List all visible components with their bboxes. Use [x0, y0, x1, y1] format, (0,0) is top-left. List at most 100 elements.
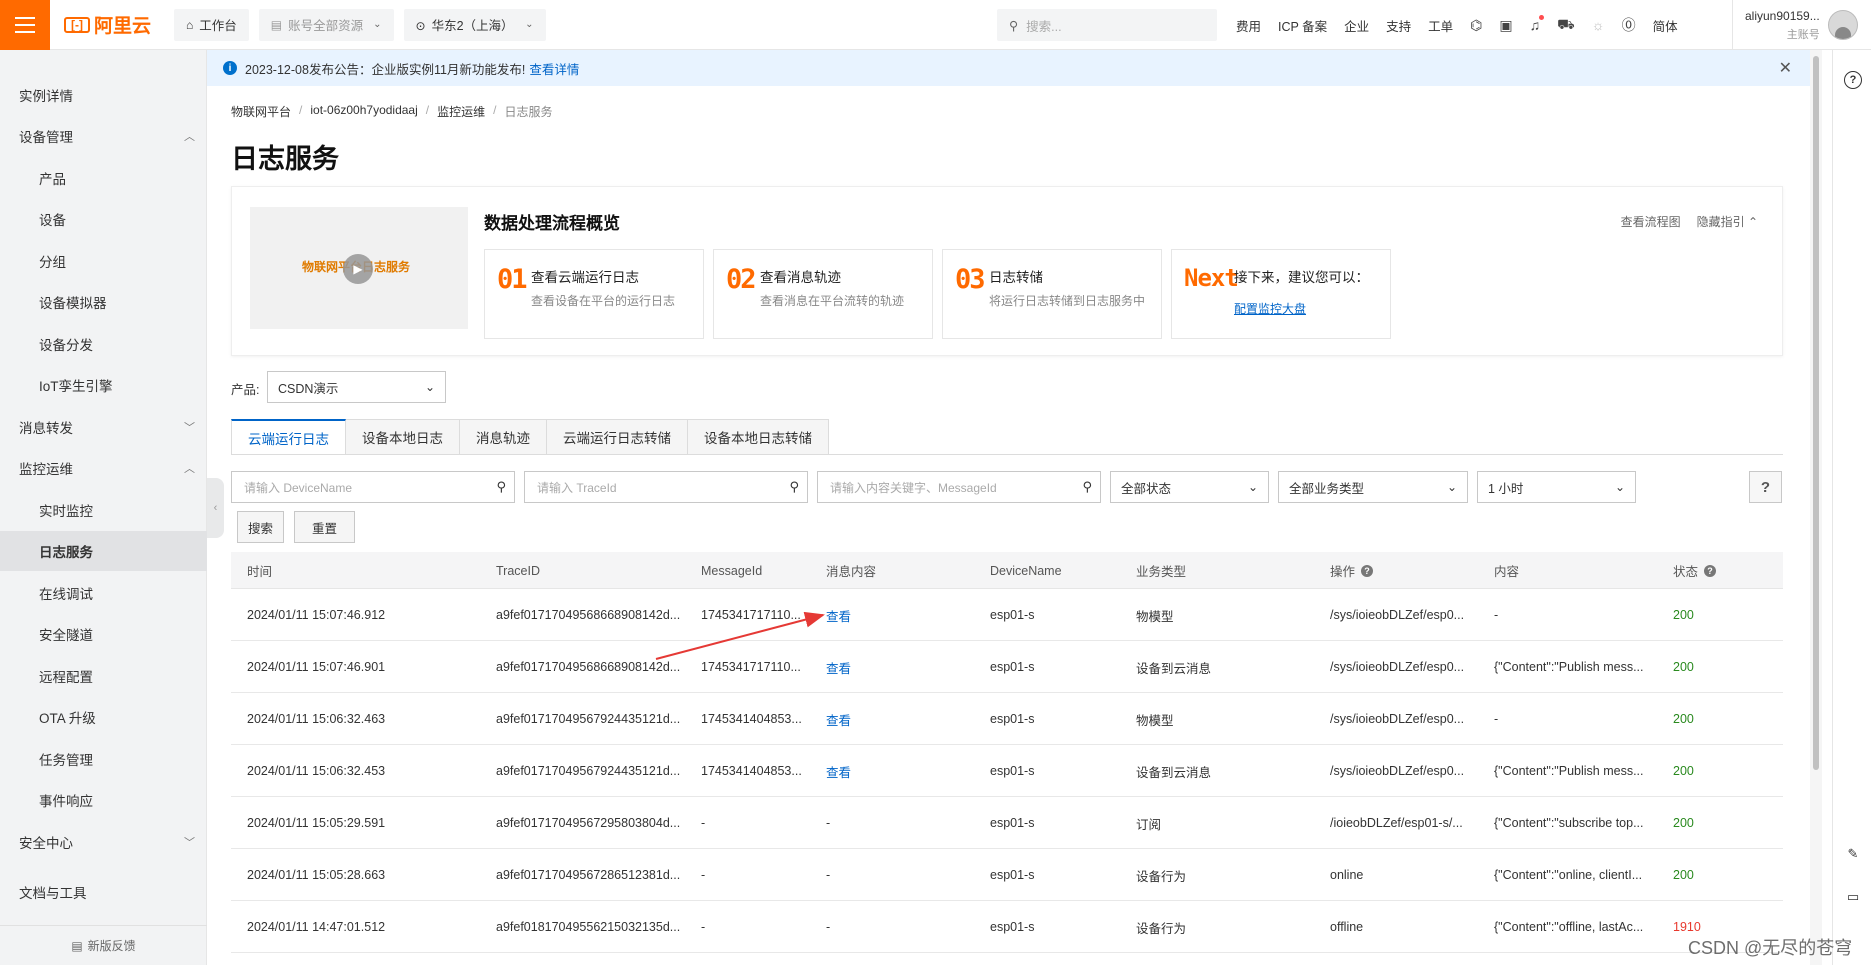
sidebar-item[interactable]: 分组 [0, 241, 207, 281]
right-rail: ? ✎ ▭ [1832, 50, 1871, 965]
time-range-select[interactable]: 1 小时 ⌄ [1477, 471, 1636, 503]
global-search-input[interactable]: ⚲ 搜索... [997, 9, 1217, 41]
scrollbar-thumb[interactable] [1813, 56, 1819, 770]
tab-message-trace[interactable]: 消息轨迹 [460, 419, 547, 455]
hide-guide-link[interactable]: 隐藏指引 ⌃ [1697, 213, 1758, 230]
announcement-link[interactable]: 查看详情 [529, 59, 579, 78]
cart-icon[interactable]: ⛟ [1557, 16, 1575, 35]
bulb-icon[interactable]: ☼ [1592, 17, 1605, 33]
tab-cloud-log[interactable]: 云端运行日志 [231, 419, 346, 455]
enterprise-link[interactable]: 企业 [1344, 16, 1369, 35]
sidebar-item[interactable]: 设备分发 [0, 324, 207, 364]
col-message-content: 消息内容 [826, 565, 877, 579]
chevron-up-icon[interactable]: ︿ [184, 128, 195, 144]
close-icon[interactable]: ✕ [1779, 58, 1792, 78]
sidebar-item[interactable]: IoT孪生引擎 [0, 365, 207, 405]
guide-step-3[interactable]: 03 日志转储 将运行日志转储到日志服务中 [942, 249, 1162, 339]
sidebar-item[interactable]: 日志服务 [0, 531, 207, 571]
sidebar-item[interactable]: 消息转发 ﹀ [0, 407, 207, 447]
sidebar-item[interactable]: 事件响应 [0, 780, 207, 820]
reset-button[interactable]: 重置 [294, 511, 355, 543]
sidebar-item[interactable]: 产品 [0, 158, 207, 198]
icp-link[interactable]: ICP 备案 [1278, 16, 1327, 35]
view-content-link[interactable]: 查看 [826, 641, 966, 693]
support-link[interactable]: 支持 [1386, 16, 1411, 35]
feedback-button[interactable]: ▤ 新版反馈 [0, 925, 207, 965]
sidebar-item[interactable]: OTA 升级 [0, 697, 207, 737]
language-switch[interactable]: 简体 [1653, 16, 1678, 35]
sidebar-collapse-handle[interactable]: ‹ [207, 478, 224, 538]
cell-time: 2024/01/11 15:07:46.901 [247, 660, 386, 674]
menu-icon[interactable] [0, 0, 50, 50]
cell-msgid: - [701, 920, 706, 934]
product-select[interactable]: CSDN演示 ⌄ [267, 371, 446, 403]
step-number: 01 [497, 264, 527, 295]
search-icon[interactable]: ⚲ [789, 479, 799, 495]
breadcrumb-item[interactable]: 监控运维 [437, 103, 485, 120]
chevron-down-icon[interactable]: ﹀ [184, 419, 195, 435]
aliyun-logo[interactable]: [-] 阿里云 [64, 11, 164, 38]
play-icon[interactable]: ▶ [343, 254, 373, 284]
chevron-up-icon[interactable]: ︿ [184, 460, 195, 476]
account-menu[interactable]: aliyun90159... 主账号 [1732, 0, 1858, 50]
guide-step-1[interactable]: 01 查看云端运行日志 查看设备在平台的运行日志 [484, 249, 704, 339]
sidebar-item[interactable]: 监控运维 ︿ [0, 448, 207, 488]
breadcrumb-item[interactable]: iot-06z00h7yodidaaj [310, 103, 417, 120]
status-select[interactable]: 全部状态 ⌄ [1110, 471, 1269, 503]
tab-device-log-dump[interactable]: 设备本地日志转储 [688, 419, 829, 455]
chevron-down-icon[interactable]: ﹀ [184, 834, 195, 850]
resource-selector[interactable]: ▤ 账号全部资源 ⌄ [258, 8, 394, 41]
sidebar-item[interactable]: 设备 [0, 199, 207, 239]
help-icon[interactable]: ? [1704, 564, 1717, 577]
table-row: 2024/01/11 15:07:46.912 a9fef017170495686… [231, 589, 1783, 641]
avatar[interactable] [1827, 10, 1858, 40]
edit-icon[interactable]: ✎ [1844, 845, 1862, 863]
config-dashboard-link[interactable]: 配置监控大盘 [1234, 300, 1306, 317]
view-flow-link[interactable]: 查看流程图 [1621, 213, 1681, 230]
trace-id-input[interactable]: 请输入 TraceId ⚲ [524, 471, 808, 503]
grid-icon: ▤ [270, 17, 283, 32]
help-icon[interactable]: ? [1361, 564, 1374, 577]
chat-icon[interactable]: ▭ [1844, 888, 1862, 906]
terminal-icon[interactable]: ▣ [1499, 17, 1512, 34]
sidebar-item[interactable]: 实例详情 [0, 75, 207, 115]
scrollbar[interactable] [1810, 50, 1822, 965]
sidebar-item[interactable]: 安全中心 ﹀ [0, 822, 207, 862]
sidebar-item[interactable]: 在线调试 [0, 573, 207, 613]
cloudshell-icon[interactable]: ⌬ [1470, 17, 1482, 34]
help-icon[interactable]: ⓪ [1622, 15, 1636, 35]
help-icon[interactable]: ? [1844, 71, 1862, 89]
search-icon[interactable]: ⚲ [1082, 479, 1092, 495]
view-content-link[interactable]: 查看 [826, 589, 966, 641]
breadcrumb-item[interactable]: 物联网平台 [231, 103, 291, 120]
sidebar-item[interactable]: 实时监控 [0, 490, 207, 530]
sidebar-item[interactable]: 安全隧道 [0, 614, 207, 654]
guide-video[interactable]: 物联网平台日志服务 ▶ [250, 207, 468, 329]
sidebar-item[interactable]: 文档与工具 [0, 872, 207, 912]
cell-body: {"Content":"Publish mess... [1494, 660, 1644, 674]
search-button[interactable]: 搜索 [237, 511, 284, 543]
business-type-select[interactable]: 全部业务类型 ⌄ [1278, 471, 1468, 503]
sidebar-item[interactable]: 任务管理 [0, 739, 207, 779]
sidebar-item[interactable]: 远程配置 [0, 656, 207, 696]
view-content-link[interactable]: 查看 [826, 693, 966, 745]
cell-op: /ioieobDLZef/esp01-s/... [1330, 816, 1463, 830]
sidebar-item[interactable]: 设备管理 ︿ [0, 116, 207, 156]
tab-device-local-log[interactable]: 设备本地日志 [346, 419, 460, 455]
ticket-link[interactable]: 工单 [1428, 16, 1453, 35]
tab-cloud-log-dump[interactable]: 云端运行日志转储 [547, 419, 688, 455]
cell-trace: a9fef01717049568668908142d... [496, 608, 681, 622]
sidebar-item[interactable]: 设备模拟器 [0, 282, 207, 322]
device-name-input[interactable]: 请输入 DeviceName ⚲ [231, 471, 515, 503]
billing-link[interactable]: 费用 [1236, 16, 1261, 35]
workbench-button[interactable]: ⌂ 工作台 [174, 8, 249, 41]
search-icon[interactable]: ⚲ [496, 479, 506, 495]
region-selector[interactable]: ⊙ 华东2（上海） ⌄ [403, 8, 546, 41]
bell-icon[interactable]: ♫ [1530, 15, 1545, 33]
content-keyword-input[interactable]: 请输入内容关键字、MessageId ⚲ [817, 471, 1101, 503]
sidebar-item-label: 安全隧道 [39, 628, 93, 643]
view-content-link[interactable]: 查看 [826, 745, 966, 797]
help-button[interactable]: ? [1749, 471, 1782, 503]
guide-step-2[interactable]: 02 查看消息轨迹 查看消息在平台流转的轨迹 [713, 249, 933, 339]
cell-trace: a9fef01717049567924435121d... [496, 712, 681, 726]
